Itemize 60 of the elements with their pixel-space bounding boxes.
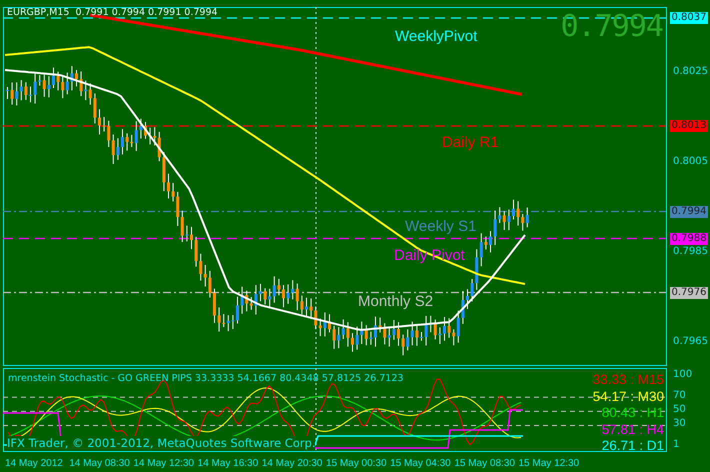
price-tick: 0.8025 (673, 66, 708, 77)
candlestick (351, 332, 354, 352)
time-tick: 14 May 12:30 (133, 457, 195, 471)
time-tick: 14 May 20:30 (262, 457, 324, 471)
price-tick: 0.8005 (673, 156, 708, 167)
price-tag: 0.7976 (670, 286, 708, 298)
candlestick (98, 108, 101, 136)
indicator-readout: 57.81 : H4 (602, 422, 664, 438)
candlestick (374, 316, 377, 348)
price-tag: 0.7994 (670, 206, 708, 218)
candlestick (167, 173, 170, 200)
price-tag: 0.8013 (670, 120, 708, 132)
level-label: Daily R1 (442, 134, 499, 151)
price-tag: 0.7988 (670, 232, 708, 244)
price-tag: 0.8037 (670, 12, 708, 24)
candlestick (305, 297, 308, 318)
candlestick (75, 69, 78, 87)
indicator-readout: 26.71 : D1 (602, 438, 664, 454)
time-tick: 15 May 08:30 (454, 457, 516, 471)
level-label: Weekly S1 (405, 218, 476, 234)
candlestick (259, 283, 262, 302)
time-tick: 14 May 08:30 (69, 457, 131, 471)
price-tick: 0.7985 (673, 246, 708, 257)
candlestick (420, 331, 423, 342)
current-price: 0.7994 (560, 9, 663, 44)
candlestick (236, 296, 239, 324)
symbol-header: EURGBP,M15 0.7991 0.7994 0.7991 0.7994 (7, 7, 218, 18)
level-label: Daily Pivot (394, 246, 465, 264)
candlestick (397, 322, 400, 346)
candlestick (512, 199, 515, 220)
indicator-readout: 33.33 : M15 (592, 372, 664, 388)
indicator-tick: 50 (673, 404, 686, 416)
candlestick (144, 122, 147, 140)
level-label: WeeklyPivot (395, 28, 478, 45)
level-label: Monthly S2 (358, 292, 434, 310)
candlestick (282, 284, 285, 308)
candlestick (121, 128, 124, 155)
time-tick: 15 May 00:30 (326, 457, 388, 471)
candlestick (52, 67, 55, 88)
candlestick (443, 316, 446, 342)
indicator-readout: 80.43 : H1 (602, 405, 664, 422)
copyright-text: IFX Trader, © 2001-2012, MetaQuotes Software Corp. (7, 436, 316, 450)
indicator-tick: 100 (673, 369, 692, 380)
time-tick: 14 May 2012 (5, 457, 64, 471)
time-tick: 15 May 12:30 (518, 457, 580, 471)
candlestick (190, 226, 193, 250)
indicator-tick: 70 (673, 390, 686, 402)
candlestick (6, 86, 9, 100)
candlestick (29, 86, 32, 103)
price-tick: 0.7965 (673, 336, 708, 347)
candlestick (213, 288, 216, 324)
candlestick (489, 230, 492, 253)
indicator-readout: 54.17 : M30 (592, 388, 664, 405)
indicator-tick: 1 (673, 439, 680, 450)
indicator-title: mrenstein Stochastic - GO GREEN PIPS 33.3333 54.1667 80.4348 57.8125 26.7123 (8, 373, 404, 384)
candlestick (328, 314, 331, 333)
time-tick: 14 May 16:30 (198, 457, 260, 471)
time-tick: 15 May 04:30 (390, 457, 452, 471)
candlestick (466, 288, 469, 310)
indicator-tick: 30 (673, 418, 686, 430)
